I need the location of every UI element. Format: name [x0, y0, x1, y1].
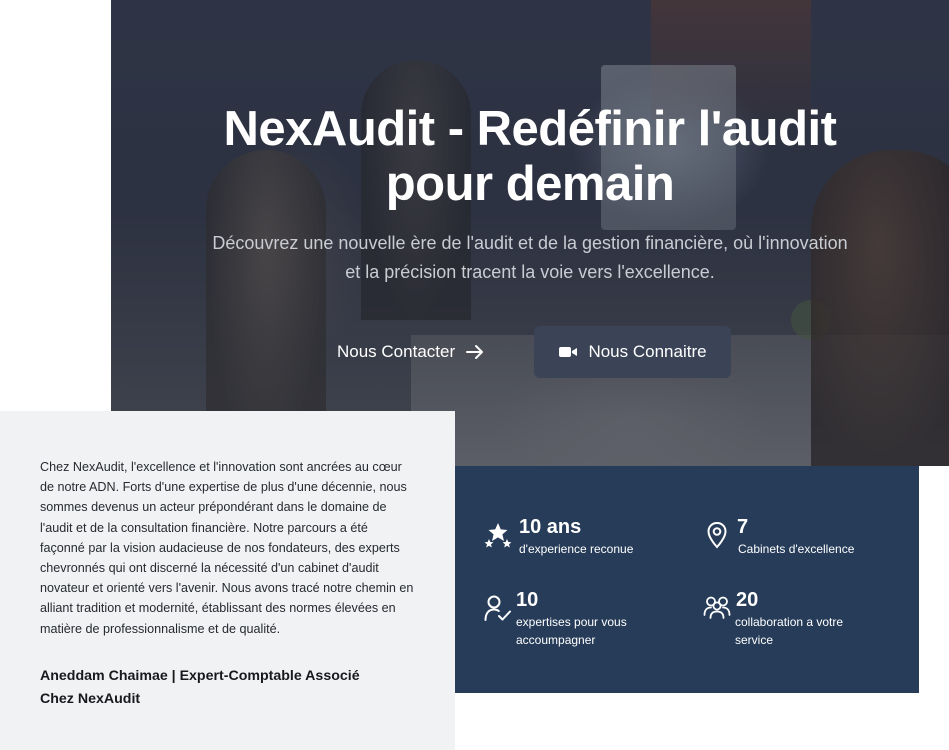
stat-label: collaboration a votre service — [735, 615, 844, 647]
stat-value: 10 — [516, 589, 539, 611]
about-text: Chez NexAudit, l'excellence et l'innovat… — [40, 460, 414, 636]
stat-label: Cabinets d'excellence — [738, 542, 855, 556]
hero-title-line2: pour demain — [385, 157, 675, 211]
hero-title: NexAudit - Redéfinir l'audit pour demain — [111, 102, 949, 212]
arrow-right-icon — [466, 345, 484, 359]
stars-icon — [484, 523, 512, 548]
signature-company: Chez NexAudit — [40, 690, 141, 707]
stat-value: 20 — [736, 589, 759, 611]
about-us-button-label: Nous Connaitre — [588, 342, 707, 361]
map-pin-icon — [707, 521, 727, 549]
stats-section: 10 ans d'experience reconue 7 Cabinets d… — [455, 466, 919, 693]
contact-button[interactable]: Nous Contacter — [337, 338, 485, 366]
about-section: Chez NexAudit, l'excellence et l'innovat… — [0, 411, 455, 750]
hero-title-line1: NexAudit - Redéfinir l'audit — [223, 102, 837, 156]
about-signature: Aneddam Chaimae | Expert-Comptable Assoc… — [40, 665, 420, 710]
about-us-button[interactable]: Nous Connaitre — [534, 326, 731, 378]
hero-subtitle: Découvrez une nouvelle ère de l'audit et… — [161, 229, 899, 287]
hero-subtitle-line2: et la précision tracent la voie vers l'e… — [345, 262, 715, 282]
user-check-icon — [484, 595, 511, 621]
hero-subtitle-line1: Découvrez une nouvelle ère de l'audit et… — [212, 233, 848, 253]
stat-value: 7 — [737, 516, 749, 538]
contact-button-label: Nous Contacter — [337, 342, 456, 361]
video-camera-icon — [559, 347, 578, 357]
signature-name: Aneddam Chaimae | Expert-Comptable Assoc… — [40, 668, 360, 684]
stat-label: expertises pour vous accoumpagner — [516, 615, 627, 647]
stat-value: 10 ans — [519, 516, 582, 538]
hero-section: NexAudit - Redéfinir l'audit pour demain… — [111, 0, 949, 466]
stat-label: d'experience reconue — [519, 542, 634, 556]
users-icon — [703, 596, 731, 619]
